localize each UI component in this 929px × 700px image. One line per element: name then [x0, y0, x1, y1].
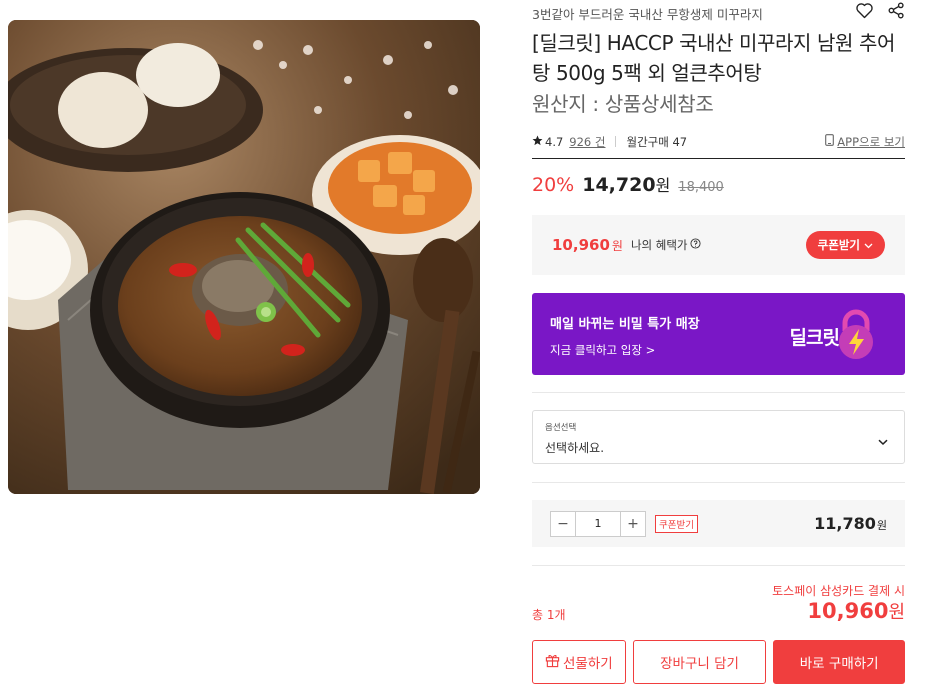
quantity-value[interactable]: 1	[575, 511, 621, 536]
product-image	[8, 20, 480, 494]
benefit-price-unit: 원	[611, 239, 623, 253]
sale-price-unit: 원	[655, 176, 671, 195]
banner-logo: 딜크릿	[790, 309, 879, 363]
chevron-down-icon	[878, 431, 888, 450]
item-price: 11,780원	[814, 514, 887, 533]
deal-secret-banner[interactable]: 매일 바뀌는 비밀 특가 매장 지금 클릭하고 입장 > 딜크릿	[532, 293, 905, 375]
gift-icon	[545, 653, 560, 672]
section-divider	[532, 392, 905, 393]
info-icon[interactable]	[689, 238, 701, 252]
option-select[interactable]: 옵션선택 선택하세요.	[532, 410, 905, 464]
sale-price: 14,720원	[582, 172, 670, 196]
phone-icon	[825, 134, 835, 149]
discount-rate: 20%	[532, 174, 575, 196]
app-view-link[interactable]: APP으로 보기	[825, 134, 905, 150]
item-coupon-button[interactable]: 쿠폰받기	[655, 514, 698, 533]
price-row: 20% 14,720원 18,400	[532, 172, 724, 196]
gift-button-label: 선물하기	[563, 656, 613, 672]
heart-icon[interactable]	[855, 2, 874, 19]
quantity-box: − 1 + 쿠폰받기 11,780원	[532, 500, 905, 547]
product-photo	[8, 20, 480, 494]
increase-button[interactable]: +	[621, 512, 645, 536]
payment-promo: 토스페이 삼성카드 결제 시	[772, 584, 905, 598]
product-origin: 원산지 : 상품상세참조	[532, 92, 714, 116]
banner-logo-text: 딜크릿	[789, 326, 840, 349]
total-price: 10,960원	[807, 598, 905, 624]
coupon-button-label: 쿠폰받기	[817, 238, 860, 252]
benefit-price: 10,960 원	[552, 236, 623, 254]
total-count: 총 1개	[532, 608, 566, 622]
decrease-button[interactable]: −	[551, 512, 575, 536]
buy-now-button[interactable]: 바로 구매하기	[773, 640, 905, 684]
total-price-unit: 원	[888, 602, 905, 623]
add-to-cart-button[interactable]: 장바구니 담기	[632, 640, 767, 684]
quantity-stepper: − 1 +	[550, 510, 646, 537]
option-placeholder: 선택하세요.	[545, 441, 605, 455]
lock-bolt-icon	[833, 309, 879, 363]
top-actions	[855, 2, 905, 19]
product-title: [딜크릿] HACCP 국내산 미꾸라지 남원 추어탕 500g 5팩 외 얼큰…	[532, 31, 895, 85]
gift-button[interactable]: 선물하기	[532, 640, 626, 684]
sale-price-value: 14,720	[582, 174, 656, 196]
review-count-link[interactable]: 926 건	[569, 134, 605, 150]
original-price: 18,400	[678, 180, 724, 195]
benefit-label: 나의 혜택가	[631, 237, 701, 253]
chevron-down-icon	[864, 238, 873, 252]
benefit-label-text: 나의 혜택가	[630, 238, 688, 252]
action-buttons: 선물하기 장바구니 담기 바로 구매하기	[532, 640, 905, 684]
rating-score: 4.7	[545, 134, 564, 149]
option-label: 옵션선택	[545, 423, 577, 433]
benefit-price-value: 10,960	[552, 236, 610, 254]
share-icon[interactable]	[888, 2, 905, 19]
monthly-purchases: 월간구매 47	[626, 134, 688, 149]
item-price-value: 11,780	[814, 514, 876, 533]
section-divider	[532, 565, 905, 566]
app-view-label: APP으로 보기	[837, 134, 905, 149]
product-subtitle: 3번같아 부드러운 국내산 무항생제 미꾸라지	[532, 7, 763, 22]
total-price-value: 10,960	[807, 599, 889, 623]
rating-row: 4.7 926 건 월간구매 47 APP으로 보기	[532, 131, 905, 159]
coupon-button[interactable]: 쿠폰받기	[805, 231, 885, 259]
star-icon	[532, 135, 543, 149]
item-price-unit: 원	[876, 519, 887, 532]
section-divider	[532, 482, 905, 483]
benefit-box: 10,960 원 나의 혜택가 쿠폰받기	[532, 215, 905, 275]
divider	[615, 136, 617, 147]
